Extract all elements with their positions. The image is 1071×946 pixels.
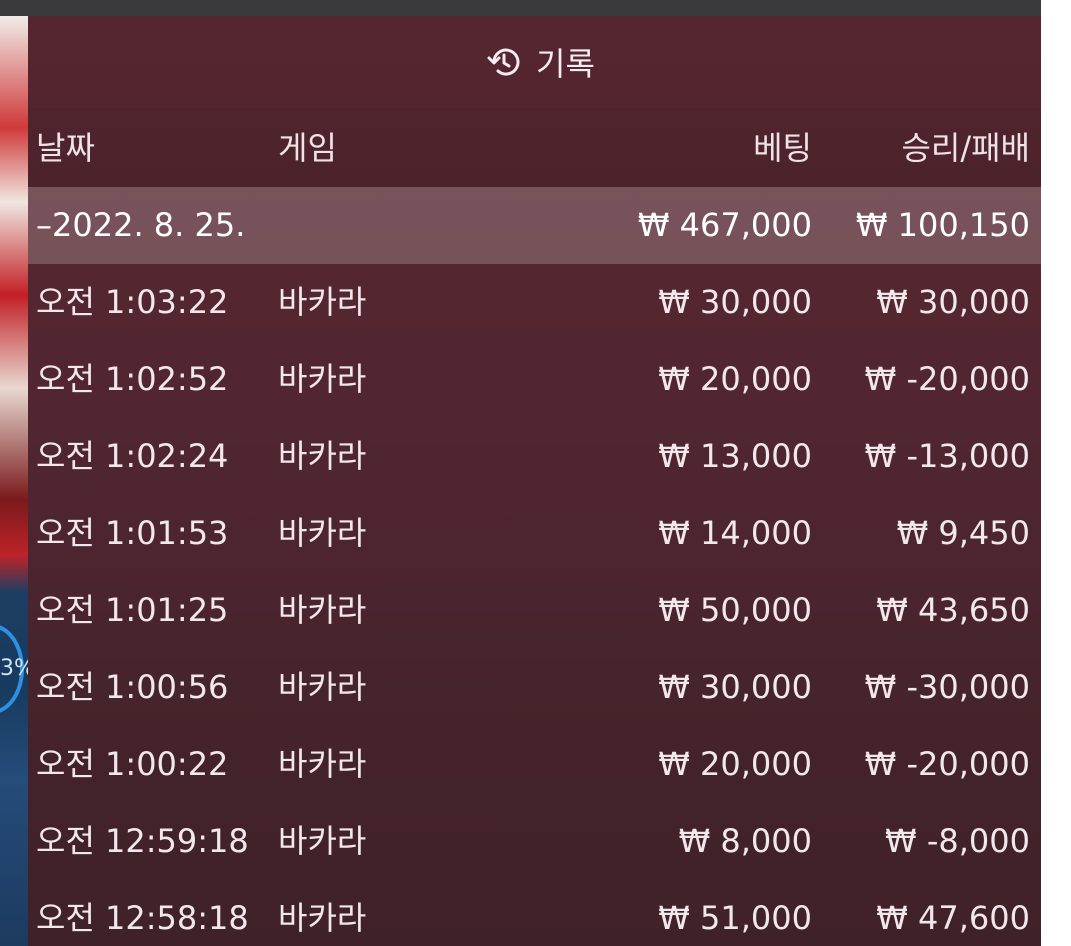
row-bet: ₩ 20,000 xyxy=(658,745,812,783)
background-game-strip xyxy=(0,16,28,946)
title-text: 기록 xyxy=(536,45,595,83)
table-row[interactable]: 오전 1:00:22 바카라 ₩ 20,000 ₩ -20,000 xyxy=(28,726,1041,803)
row-bet: ₩ 30,000 xyxy=(658,283,812,321)
row-winloss: ₩ -8,000 xyxy=(885,822,1030,860)
table-row[interactable]: 오전 1:00:56 바카라 ₩ 30,000 ₩ -30,000 xyxy=(28,649,1041,726)
right-margin xyxy=(1041,0,1071,946)
table-row[interactable]: 오전 1:01:25 바카라 ₩ 50,000 ₩ 43,650 xyxy=(28,572,1041,649)
row-game: 바카라 xyxy=(278,514,367,552)
table-row[interactable]: 오전 1:03:22 바카라 ₩ 30,000 ₩ 30,000 xyxy=(28,264,1041,341)
history-icon xyxy=(486,44,522,80)
row-time: 오전 1:03:22 xyxy=(36,283,229,321)
row-winloss: ₩ 47,600 xyxy=(876,899,1030,937)
row-time: 오전 1:00:22 xyxy=(36,745,229,783)
row-winloss: ₩ 43,650 xyxy=(876,591,1030,629)
row-bet: ₩ 14,000 xyxy=(658,514,812,552)
row-winloss: ₩ -30,000 xyxy=(864,668,1030,706)
history-panel: 기록 날짜 게임 베팅 승리/패배 –2022. 8. 25. ₩ 467,00… xyxy=(28,16,1041,946)
group-date: –2022. 8. 25. xyxy=(36,206,246,244)
row-bet: ₩ 20,000 xyxy=(658,360,812,398)
row-winloss: ₩ -20,000 xyxy=(864,745,1030,783)
row-bet: ₩ 13,000 xyxy=(658,437,812,475)
column-header-bet[interactable]: 베팅 xyxy=(753,132,812,164)
row-game: 바카라 xyxy=(278,591,367,629)
row-time: 오전 1:02:52 xyxy=(36,360,229,398)
row-game: 바카라 xyxy=(278,360,367,398)
row-time: 오전 1:02:24 xyxy=(36,437,229,475)
side-progress-badge: 3% xyxy=(0,620,35,720)
row-time: 오전 1:00:56 xyxy=(36,668,229,706)
row-time: 오전 1:01:53 xyxy=(36,514,229,552)
panel-header: 기록 xyxy=(28,16,1041,108)
row-bet: ₩ 50,000 xyxy=(658,591,812,629)
row-game: 바카라 xyxy=(278,668,367,706)
column-header-winloss[interactable]: 승리/패배 xyxy=(901,132,1030,164)
row-time: 오전 12:59:18 xyxy=(36,822,249,860)
column-header-row: 날짜 게임 베팅 승리/패배 xyxy=(28,108,1041,187)
table-row[interactable]: 오전 12:58:18 바카라 ₩ 51,000 ₩ 47,600 xyxy=(28,880,1041,946)
table-row[interactable]: 오전 1:01:53 바카라 ₩ 14,000 ₩ 9,450 xyxy=(28,495,1041,572)
column-header-game[interactable]: 게임 xyxy=(278,132,337,164)
row-bet: ₩ 51,000 xyxy=(658,899,812,937)
top-bar xyxy=(0,0,1041,16)
group-bet-total: ₩ 467,000 xyxy=(637,206,812,244)
row-game: 바카라 xyxy=(278,437,367,475)
table-row[interactable]: 오전 1:02:52 바카라 ₩ 20,000 ₩ -20,000 xyxy=(28,341,1041,418)
row-winloss: ₩ 30,000 xyxy=(876,283,1030,321)
row-time: 오전 1:01:25 xyxy=(36,591,229,629)
row-winloss: ₩ 9,450 xyxy=(896,514,1030,552)
panel-title: 기록 xyxy=(486,39,595,85)
row-winloss: ₩ -20,000 xyxy=(864,360,1030,398)
date-group-row[interactable]: –2022. 8. 25. ₩ 467,000 ₩ 100,150 xyxy=(28,187,1041,264)
row-winloss: ₩ -13,000 xyxy=(864,437,1030,475)
row-bet: ₩ 8,000 xyxy=(678,822,812,860)
row-bet: ₩ 30,000 xyxy=(658,668,812,706)
table-row[interactable]: 오전 12:59:18 바카라 ₩ 8,000 ₩ -8,000 xyxy=(28,803,1041,880)
row-game: 바카라 xyxy=(278,822,367,860)
row-game: 바카라 xyxy=(278,283,367,321)
table-row[interactable]: 오전 1:02:24 바카라 ₩ 13,000 ₩ -13,000 xyxy=(28,418,1041,495)
row-game: 바카라 xyxy=(278,745,367,783)
group-winloss-total: ₩ 100,150 xyxy=(855,206,1030,244)
row-game: 바카라 xyxy=(278,899,367,937)
row-time: 오전 12:58:18 xyxy=(36,899,249,937)
column-header-date[interactable]: 날짜 xyxy=(36,132,95,164)
